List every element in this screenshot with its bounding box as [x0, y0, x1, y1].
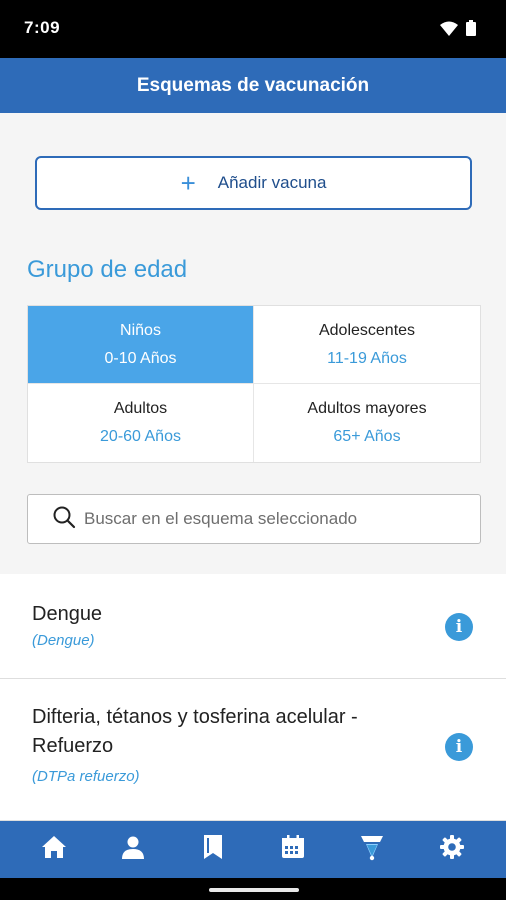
nav-calendar[interactable] [273, 830, 313, 870]
gear-icon [439, 834, 465, 865]
main-content: + Añadir vacuna Grupo de edad Niños 0-10… [0, 113, 506, 821]
app-bar: Esquemas de vacunación [0, 58, 506, 113]
list-item[interactable]: Dengue (Dengue) i [0, 574, 506, 679]
vaccine-name: Difteria, tétanos y tosferina acelular -… [32, 706, 358, 757]
age-group-range: 0-10 Años [104, 349, 177, 367]
age-group-adultos[interactable]: Adultos 20-60 Años [28, 384, 254, 462]
wifi-icon [440, 21, 458, 41]
nav-bookmark[interactable] [193, 830, 233, 870]
age-group-adolescentes[interactable]: Adolescentes 11-19 Años [254, 306, 480, 384]
age-group-grid: Niños 0-10 Años Adolescentes 11-19 Años … [27, 305, 481, 463]
nav-home[interactable] [34, 830, 74, 870]
nav-profile[interactable] [113, 830, 153, 870]
home-icon [41, 835, 67, 864]
age-group-range: 11-19 Años [327, 349, 407, 367]
search-placeholder: Buscar en el esquema seleccionado [84, 509, 358, 528]
age-group-range: 65+ Años [333, 428, 401, 445]
age-group-label: Adultos mayores [307, 400, 427, 417]
info-icon[interactable]: i [445, 733, 473, 761]
search-input[interactable]: Buscar en el esquema seleccionado [27, 494, 481, 544]
info-icon[interactable]: i [445, 613, 473, 641]
search-icon [52, 505, 76, 534]
list-item[interactable]: Difteria, tétanos y tosferina acelular -… [0, 679, 506, 821]
profile-icon [121, 835, 145, 864]
age-group-label: Niños [120, 321, 161, 339]
battery-icon [466, 20, 476, 41]
age-group-label: Adultos [113, 400, 168, 417]
nav-settings[interactable] [432, 830, 472, 870]
vaccine-abbr: (DTPa refuerzo) [32, 768, 140, 785]
add-vaccine-button[interactable]: + Añadir vacuna [35, 156, 472, 210]
bookmark-icon [202, 834, 224, 865]
age-group-title: Grupo de edad [27, 256, 188, 283]
page-title: Esquemas de vacunación [136, 74, 370, 96]
vaccine-list: Dengue (Dengue) i Difteria, tétanos y to… [0, 574, 506, 821]
vaccine-abbr: (Dengue) [32, 632, 95, 649]
vaccine-icon [358, 833, 386, 866]
age-group-label: Adolescentes [318, 321, 416, 339]
age-group-adultos-mayores[interactable]: Adultos mayores 65+ Años [254, 384, 480, 462]
home-indicator[interactable] [209, 888, 299, 892]
status-icons [440, 20, 476, 41]
plus-icon: + [180, 168, 196, 198]
status-bar: 7:09 [0, 0, 506, 58]
status-time: 7:09 [24, 18, 61, 37]
age-group-ninos[interactable]: Niños 0-10 Años [28, 306, 254, 384]
gesture-bar [0, 878, 506, 900]
bottom-nav [0, 821, 506, 878]
nav-vaccine[interactable] [352, 830, 392, 870]
age-group-range: 20-60 Años [100, 428, 181, 445]
add-vaccine-label: Añadir vacuna [217, 173, 327, 192]
vaccine-name: Dengue [32, 603, 103, 625]
calendar-icon [281, 835, 305, 864]
